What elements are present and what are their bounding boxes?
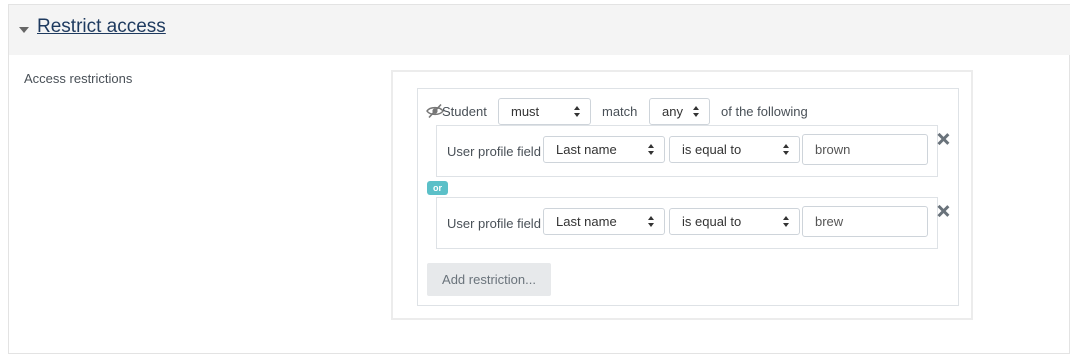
restriction-set: Student must match any of the following … (417, 88, 959, 306)
value-input-text: brown (815, 142, 851, 157)
operator-select[interactable]: is equal to (669, 208, 800, 235)
match-label: match (602, 104, 638, 119)
section-header[interactable]: Restrict access (9, 5, 1070, 55)
operator-value: is equal to (682, 142, 742, 157)
condition-type-label: User profile field (447, 144, 541, 159)
select-arrows-icon (574, 106, 581, 117)
condition-row: User profile field Last name is equal to… (436, 125, 938, 177)
select-arrows-icon (693, 106, 700, 117)
add-restriction-button[interactable]: Add restriction... (427, 263, 551, 296)
profile-field-value: Last name (556, 214, 617, 229)
student-label: Student (442, 104, 487, 119)
value-input[interactable]: brown (802, 134, 928, 165)
operator-value: is equal to (682, 214, 742, 229)
availability-container: Student must match any of the following … (391, 70, 973, 320)
select-arrows-icon (783, 144, 790, 155)
access-restrictions-label: Access restrictions (24, 71, 133, 86)
must-select[interactable]: must (498, 98, 591, 125)
value-input-text: brew (815, 214, 844, 229)
close-icon[interactable] (937, 205, 949, 217)
close-icon[interactable] (937, 133, 949, 145)
select-arrows-icon (648, 144, 655, 155)
of-the-following-label: of the following (721, 104, 808, 119)
profile-field-select[interactable]: Last name (543, 136, 665, 163)
must-select-value: must (511, 104, 540, 119)
any-select-value: any (662, 104, 683, 119)
condition-type-label: User profile field (447, 216, 541, 231)
or-badge: or (427, 181, 448, 195)
select-arrows-icon (783, 216, 790, 227)
restrict-access-fieldset: Restrict access Access restrictions Stud… (8, 4, 1070, 354)
profile-field-select[interactable]: Last name (543, 208, 665, 235)
condition-row: User profile field Last name is equal to… (436, 197, 938, 249)
profile-field-value: Last name (556, 142, 617, 157)
chevron-down-icon[interactable] (19, 27, 29, 33)
value-input[interactable]: brew (802, 206, 928, 237)
select-arrows-icon (648, 216, 655, 227)
any-select[interactable]: any (649, 98, 710, 125)
section-title[interactable]: Restrict access (37, 16, 166, 38)
operator-select[interactable]: is equal to (669, 136, 800, 163)
